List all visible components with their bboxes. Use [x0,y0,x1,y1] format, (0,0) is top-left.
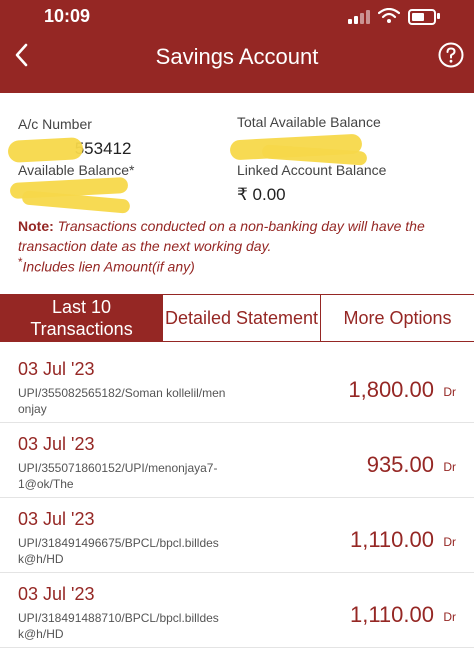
linked-balance-value: ₹ 0.00 [237,185,286,204]
transaction-date: 03 Jul '23 [18,584,95,604]
transaction-row[interactable]: 03 Jul '23 UPI/318491488710/BPCL/bpcl.bi… [0,572,474,648]
transaction-date: 03 Jul '23 [18,509,95,529]
tab-bar: Last 10 Transactions Detailed Statement … [0,294,474,342]
total-balance-label: Total Available Balance [237,114,381,130]
transaction-type: Dr [443,610,456,624]
transaction-description: UPI/355082565182/Soman kollelil/men onja… [18,386,226,416]
transaction-type: Dr [443,460,456,474]
status-icons [348,8,458,26]
transaction-description: UPI/355071860152/UPI/menonjaya7-1@ok/The [18,461,218,491]
transaction-amount: 1,800.00 [348,377,434,402]
tab-last-10-transactions[interactable]: Last 10 Transactions [0,294,163,342]
note-text: Note: Transactions conducted on a non-ba… [18,216,458,256]
transaction-amount: 1,110.00 [349,602,434,627]
transaction-amount: 935.00 [366,452,434,477]
transaction-description: UPI/318491496675/BPCL/bpcl.billdes k@h/H… [18,536,219,566]
transaction-row[interactable]: 03 Jul '23 UPI/318491496675/BPCL/bpcl.bi… [0,497,474,573]
tab-more-options[interactable]: More Options [321,294,474,342]
account-number-label: A/c Number [18,116,92,132]
signal-icon [348,8,370,24]
transaction-row[interactable]: 03 Jul '23 UPI/355082565182/Soman kollel… [0,347,474,423]
redaction-mark [7,137,84,163]
note-prefix: Note: [18,218,54,234]
help-icon[interactable] [438,42,464,68]
app-header: 10:09 Savings Account [0,0,474,93]
battery-icon [408,9,436,25]
wifi-icon [378,8,400,23]
page-title: Savings Account [155,44,319,69]
transaction-type: Dr [443,385,456,399]
transaction-date: 03 Jul '23 [18,434,95,454]
available-balance-label: Available Balance* [18,162,135,178]
linked-balance-label: Linked Account Balance [237,162,387,178]
transaction-type: Dr [443,535,456,549]
transaction-row[interactable]: 03 Jul '23 UPI/355071860152/UPI/menonjay… [0,422,474,498]
transaction-amount: 1,110.00 [349,527,434,552]
status-time: 10:09 [44,6,91,26]
tab-detailed-statement[interactable]: Detailed Statement [163,294,321,342]
note-body: Transactions conducted on a non-banking … [18,218,425,254]
transaction-date: 03 Jul '23 [18,359,95,379]
transaction-description: UPI/318491488710/BPCL/bpcl.billdes k@h/H… [18,611,219,641]
lien-note: *Includes lien Amount(if any) [18,256,195,275]
